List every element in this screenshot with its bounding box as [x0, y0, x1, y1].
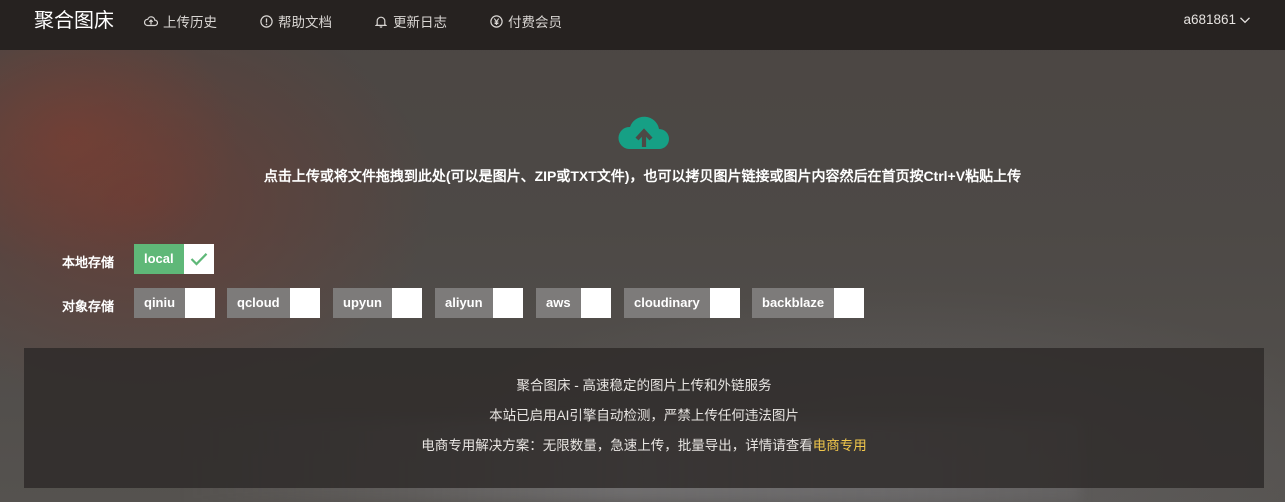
info-circle-icon	[259, 14, 273, 28]
brand-logo-text[interactable]: 聚合图床	[34, 10, 114, 32]
chevron-down-icon	[1239, 14, 1251, 26]
upload-dropzone[interactable]: 点击上传或将文件拖拽到此处(可以是图片、ZIP或TXT文件)，也可以拷贝图片链接…	[0, 100, 1285, 210]
storage-option-upyun[interactable]: upyun	[333, 288, 422, 318]
object-storage-label: 对象存储	[62, 299, 115, 314]
storage-option-aliyun[interactable]: aliyun	[435, 288, 523, 318]
nav-label: 上传历史	[163, 15, 217, 30]
option-label: aliyun	[435, 288, 493, 318]
footer-tagline: 聚合图床 - 高速稳定的图片上传和外链服务	[516, 378, 772, 393]
checkbox	[492, 288, 523, 318]
option-label: backblaze	[752, 288, 835, 318]
option-label: qcloud	[227, 288, 290, 318]
option-label: upyun	[333, 288, 392, 318]
bell-icon	[374, 14, 388, 28]
storage-option-aws[interactable]: aws	[536, 288, 611, 318]
nav-paid-membership[interactable]: 付费会员	[489, 13, 562, 30]
footer-ecommerce-line: 电商专用解决方案：无限数量，急速上传，批量导出，详情请查看电商专用	[24, 434, 1264, 454]
storage-option-qcloud[interactable]: qcloud	[227, 288, 320, 318]
yen-circle-icon	[489, 14, 503, 28]
nav-upload-history[interactable]: 上传历史	[144, 13, 217, 30]
storage-option-local[interactable]: local	[134, 244, 214, 274]
footer-panel: 聚合图床 - 高速稳定的图片上传和外链服务 本站已启用AI引擎自动检测，严禁上传…	[24, 348, 1264, 488]
option-label: qiniu	[134, 288, 186, 318]
checkbox	[392, 288, 422, 318]
username: a681861	[1183, 12, 1236, 27]
storage-option-qiniu[interactable]: qiniu	[134, 288, 216, 318]
nav-help-docs[interactable]: 帮助文档	[259, 13, 332, 30]
checkbox	[580, 288, 611, 318]
nav-changelog[interactable]: 更新日志	[374, 13, 447, 30]
checkmark-icon	[183, 244, 214, 274]
ecommerce-link[interactable]: 电商专用	[813, 438, 867, 453]
nav-label: 更新日志	[393, 15, 447, 30]
checkbox	[834, 288, 865, 318]
nav-label: 付费会员	[508, 15, 562, 30]
option-label: local	[134, 244, 184, 274]
checkbox	[185, 288, 216, 318]
storage-option-cloudinary[interactable]: cloudinary	[624, 288, 740, 318]
cloud-upload-icon	[617, 113, 671, 153]
nav-label: 帮助文档	[278, 15, 332, 30]
cloud-upload-icon	[144, 14, 158, 28]
local-storage-label: 本地存储	[62, 255, 115, 270]
checkbox	[289, 288, 320, 318]
footer-ecommerce-text: 电商专用解决方案：无限数量，急速上传，批量导出，详情请查看	[421, 438, 813, 453]
upload-hint-text: 点击上传或将文件拖拽到此处(可以是图片、ZIP或TXT文件)，也可以拷贝图片链接…	[263, 168, 1022, 184]
option-label: cloudinary	[624, 288, 710, 318]
checkbox	[709, 288, 740, 318]
top-navbar: 聚合图床 上传历史 帮助文档 更新日志 付费会员 a681861	[0, 0, 1285, 50]
user-account-menu[interactable]: a681861	[1183, 12, 1251, 27]
storage-option-backblaze[interactable]: backblaze	[752, 288, 865, 318]
option-label: aws	[536, 288, 581, 318]
footer-notice: 本站已启用AI引擎自动检测，严禁上传任何违法图片	[489, 408, 799, 423]
